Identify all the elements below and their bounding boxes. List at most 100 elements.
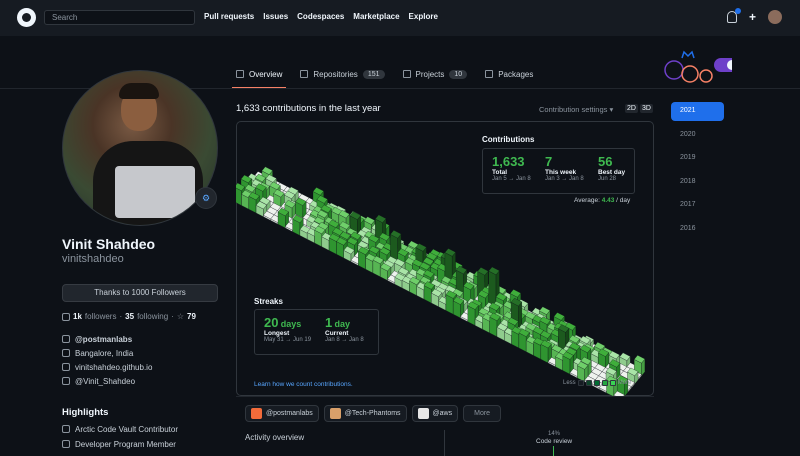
year-2018[interactable]: 2018 (671, 173, 724, 192)
avatar-hair (119, 83, 159, 99)
current-value: 1 (325, 315, 333, 330)
star-icon: ☆ (176, 312, 185, 321)
status-emoji-icon[interactable]: ⚙ (195, 187, 217, 209)
stars-count[interactable]: 79 (187, 312, 196, 321)
highlights-list: Arctic Code Vault Contributor Developer … (62, 424, 178, 449)
following-label[interactable]: following (137, 312, 168, 321)
tab-overview[interactable]: Overview (231, 60, 287, 89)
detail-location: Bangalore, India (62, 348, 152, 358)
org-chip-aws[interactable]: @aws (411, 405, 459, 422)
total-range: Jan 5 → Jan 8 (492, 176, 531, 182)
nav-explore[interactable]: Explore (409, 12, 438, 21)
nav-pull-requests[interactable]: Pull requests (204, 12, 254, 21)
longest-unit: days (280, 319, 302, 329)
total-label: Total (492, 169, 508, 176)
repositories-count-badge: 151 (362, 69, 385, 79)
legend-square-4 (609, 380, 616, 386)
contributions-card-title: Contributions (482, 135, 535, 144)
year-2021[interactable]: 2021 (671, 102, 724, 121)
average-per-day: Average: 4.43 / day (574, 197, 630, 204)
detail-organization: @postmanlabs (62, 334, 152, 344)
longest-value: 20 (264, 315, 279, 330)
status-message-button[interactable]: Thanks to 1000 Followers (62, 284, 218, 302)
legend-square-0 (577, 380, 584, 386)
nav-issues[interactable]: Issues (263, 12, 288, 21)
org-chip-postmanlabs[interactable]: @postmanlabs (245, 405, 319, 422)
highlight-arctic-vault[interactable]: Arctic Code Vault Contributor (75, 425, 178, 434)
twitter-link[interactable]: @Vinit_Shahdeo (75, 377, 135, 386)
year-2017[interactable]: 2017 (671, 196, 724, 215)
tab-overview-label: Overview (249, 69, 283, 79)
panel-separator (236, 396, 654, 397)
stat-longest-streak: 20 days Longest May 31 → Jun 19 (264, 315, 311, 343)
longest-label: Longest (264, 330, 290, 337)
followers-label[interactable]: followers (85, 312, 117, 321)
profile-username: vinitshahdeo (62, 253, 124, 265)
year-2019[interactable]: 2019 (671, 149, 724, 168)
twitter-icon (62, 377, 70, 385)
profile-details: @postmanlabs Bangalore, India vinitshahd… (62, 334, 152, 386)
organization-link[interactable]: @postmanlabs (75, 335, 132, 344)
github-logo-icon[interactable] (17, 8, 36, 27)
current-range: Jan 8 → Jan 8 (325, 337, 364, 343)
code-review-percent: 14% (548, 431, 561, 437)
view-toggle: 2D 3D (625, 104, 653, 113)
profile-full-name: Vinit Shahdeo (62, 236, 156, 252)
view-2d-button[interactable]: 2D (625, 104, 638, 113)
search-input[interactable]: Search (44, 10, 195, 25)
legend-more: More (617, 380, 632, 386)
separator-dot: · (119, 312, 123, 321)
user-avatar-menu[interactable] (768, 10, 782, 24)
code-review-label: Code review (536, 438, 573, 445)
notifications-bell-icon[interactable] (726, 8, 741, 23)
top-header: Search Pull requests Issues Codespaces M… (0, 0, 800, 36)
contributions-stats-card: 1,633 Total Jan 5 → Jan 8 7 This week Ja… (482, 148, 635, 194)
tab-projects[interactable]: Projects 10 (402, 60, 468, 88)
aws-logo-icon (417, 408, 429, 419)
nav-codespaces[interactable]: Codespaces (297, 12, 344, 21)
postman-logo-icon (251, 408, 262, 419)
highlights-heading: Highlights (62, 407, 109, 418)
longest-range: May 31 → Jun 19 (264, 337, 312, 343)
activity-divider (444, 430, 445, 456)
week-range: Jan 3 → Jan 8 (545, 176, 584, 182)
activity-overview-heading: Activity overview (245, 433, 305, 442)
year-2020[interactable]: 2020 (671, 126, 724, 145)
highlight-item: Developer Program Member (62, 439, 178, 449)
stat-current-streak: 1 day Current Jan 8 → Jan 8 (325, 315, 364, 343)
tab-projects-label: Projects (415, 69, 445, 79)
highlight-item: Arctic Code Vault Contributor (62, 424, 178, 434)
package-icon (485, 70, 494, 78)
year-2016[interactable]: 2016 (671, 220, 724, 239)
tab-packages[interactable]: Packages (485, 60, 533, 88)
following-count[interactable]: 35 (125, 312, 134, 321)
learn-contributions-link[interactable]: Learn how we count contributions. (254, 381, 353, 388)
contribution-settings-dropdown[interactable]: Contribution settings ▾ (539, 105, 613, 114)
location-text: Bangalore, India (75, 348, 134, 358)
stat-best-day: 56 Best day Jun 28 (598, 154, 625, 182)
contributions-summary: 1,633 contributions in the last year (236, 103, 381, 114)
week-label: This week (545, 169, 577, 176)
more-orgs-button[interactable]: More (463, 405, 502, 422)
projects-count-badge: 10 (449, 69, 468, 79)
current-label: Current (325, 330, 349, 337)
best-date: Jun 28 (598, 176, 617, 182)
website-link[interactable]: vinitshahdeo.github.io (75, 363, 152, 372)
average-prefix: Average: (574, 197, 602, 204)
total-value: 1,633 (492, 154, 525, 169)
developer-program-icon (62, 440, 70, 448)
create-new-plus-icon[interactable]: + (749, 10, 756, 24)
org-chip-label: @Tech-Phantoms (344, 410, 401, 417)
nav-marketplace[interactable]: Marketplace (353, 12, 399, 21)
book-icon (236, 70, 244, 78)
followers-count[interactable]: 1k (73, 312, 82, 321)
highlight-developer-program[interactable]: Developer Program Member (75, 440, 176, 449)
profile-avatar[interactable] (62, 70, 218, 226)
detail-twitter: @Vinit_Shahdeo (62, 376, 152, 386)
repo-icon (300, 70, 309, 78)
tab-repositories[interactable]: Repositories 151 (300, 60, 385, 88)
org-chip-tech-phantoms[interactable]: @Tech-Phantoms (323, 405, 407, 422)
view-3d-button[interactable]: 3D (639, 104, 653, 113)
separator-dot: · (171, 312, 174, 321)
link-icon (62, 363, 70, 371)
